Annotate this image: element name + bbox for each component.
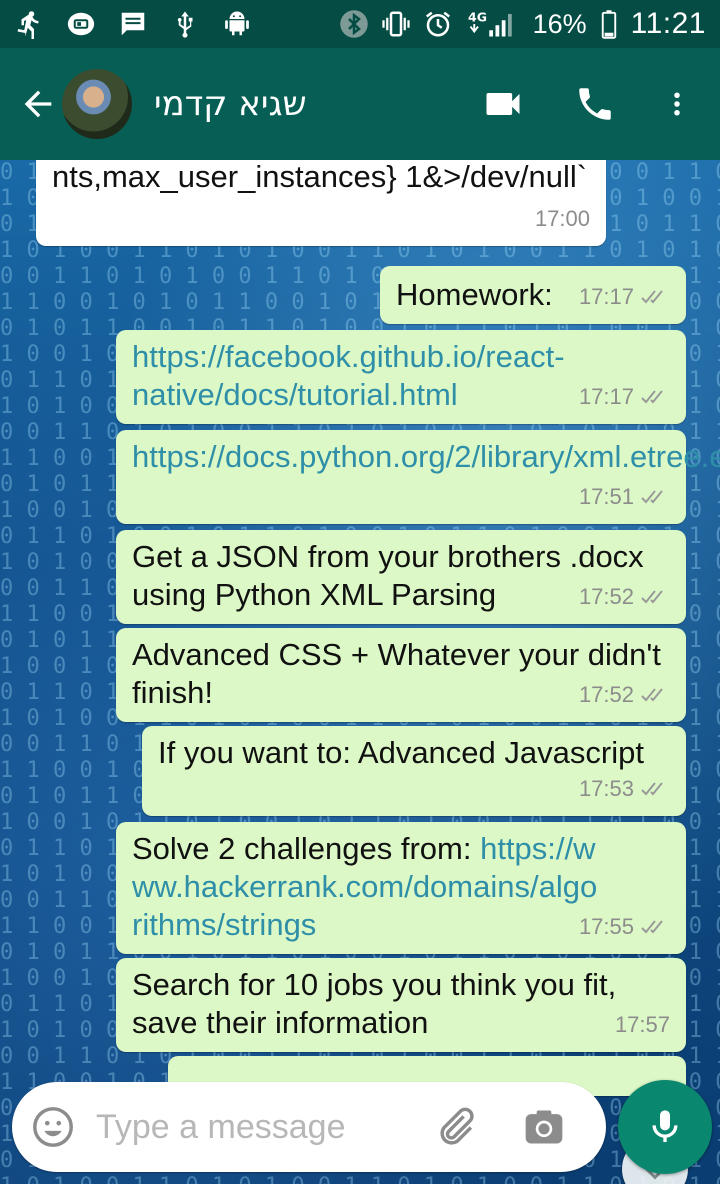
message-link[interactable]: https://docs.python.org/2/library/xml.et… — [132, 438, 720, 476]
message-meta: 17:52 — [579, 676, 670, 714]
attach-icon[interactable] — [432, 1104, 478, 1150]
message-time: 17:57 — [614, 1012, 670, 1037]
more-options-button[interactable] — [662, 79, 692, 129]
double-check-icon — [641, 782, 663, 796]
double-check-icon — [641, 290, 663, 304]
svg-text:4G: 4G — [468, 10, 487, 25]
double-check-icon — [641, 390, 663, 404]
message-icon — [118, 9, 148, 39]
message-meta: 17:00 — [535, 200, 590, 238]
camera-icon[interactable] — [522, 1105, 566, 1149]
sim-icon — [66, 9, 96, 39]
mic-icon — [652, 1110, 678, 1142]
message-time: 17:53 — [578, 776, 634, 801]
message-outgoing[interactable]: https://facebook.github.io/react-native/… — [116, 330, 686, 424]
signal-icon: 4G — [465, 9, 521, 39]
message-text: Solve 2 challenges from: — [132, 831, 481, 866]
message-composer — [12, 1082, 606, 1172]
message-outgoing[interactable]: If you want to: Advanced Javascript 17:5… — [142, 726, 686, 816]
message-time: 17:17 — [578, 284, 634, 309]
message-text: nts,max_user_instances} 1&>/dev/null` — [52, 160, 588, 194]
video-call-button[interactable] — [478, 79, 528, 129]
chat-area[interactable]: 0 1 0 1 1 0 0 1 0 1 1 0 1 0 0 1 0 1 1 0 … — [0, 160, 720, 1184]
double-check-icon — [641, 590, 663, 604]
message-time: 17:51 — [578, 484, 634, 509]
back-arrow-icon — [24, 90, 52, 118]
android-icon — [222, 9, 252, 39]
message-link[interactable]: https://facebook.github.io/react-native/… — [132, 338, 602, 414]
voice-message-button[interactable] — [618, 1080, 712, 1174]
message-incoming[interactable]: nts,max_user_instances} 1&>/dev/null` 17… — [36, 160, 606, 246]
running-icon — [14, 9, 44, 39]
message-time: 17:52 — [578, 584, 634, 609]
double-check-icon — [641, 688, 663, 702]
double-check-icon — [641, 920, 663, 934]
message-meta: 17:17 — [579, 378, 670, 416]
avatar[interactable] — [62, 69, 132, 139]
message-time: 17:00 — [534, 206, 590, 231]
phone-icon — [579, 88, 611, 120]
more-vert-icon — [674, 92, 680, 116]
chat-header: שגיא קדמי — [0, 48, 720, 160]
contact-name[interactable]: שגיא קדמי — [154, 84, 307, 124]
message-meta: 17:57 — [615, 1006, 670, 1044]
message-meta: 17:51 — [579, 478, 670, 516]
message-time: 17:55 — [578, 914, 634, 939]
message-outgoing[interactable]: Search for 10 jobs you think you fit, sa… — [116, 958, 686, 1052]
message-meta: 17:52 — [579, 578, 670, 616]
voice-call-button[interactable] — [570, 79, 620, 129]
clock: 11:21 — [630, 7, 706, 40]
emoji-icon[interactable] — [30, 1104, 76, 1150]
message-outgoing[interactable]: Get a JSON from your brothers .docx usin… — [116, 530, 686, 624]
status-bar: 4G 16% 11:21 — [0, 0, 720, 48]
message-meta: 17:53 — [579, 770, 670, 808]
battery-percent: 16% — [532, 8, 587, 39]
message-meta: 17:55 — [579, 908, 670, 946]
message-outgoing[interactable]: https://docs.python.org/2/library/xml.et… — [116, 430, 720, 524]
message-outgoing[interactable]: Homework: 17:17 — [380, 266, 686, 324]
message-input[interactable] — [96, 1107, 426, 1147]
message-outgoing[interactable]: Advanced CSS + Whatever your didn't fini… — [116, 628, 686, 722]
message-text: If you want to: Advanced Javascript — [158, 735, 644, 770]
message-outgoing[interactable]: Solve 2 challenges from: https://www.hac… — [116, 822, 686, 954]
back-button[interactable] — [8, 74, 68, 134]
message-time: 17:52 — [578, 682, 634, 707]
message-meta: 17:17 — [579, 278, 670, 316]
message-text: Search for 10 jobs you think you fit, sa… — [132, 967, 617, 1040]
message-content: Solve 2 challenges from: https://www.hac… — [132, 830, 602, 944]
alarm-icon — [423, 9, 453, 39]
battery-icon — [599, 9, 619, 39]
bluetooth-icon — [339, 9, 369, 39]
vibrate-icon — [381, 9, 411, 39]
usb-icon — [170, 9, 200, 39]
video-call-icon — [486, 93, 520, 115]
message-time: 17:17 — [578, 384, 634, 409]
double-check-icon — [641, 490, 663, 504]
